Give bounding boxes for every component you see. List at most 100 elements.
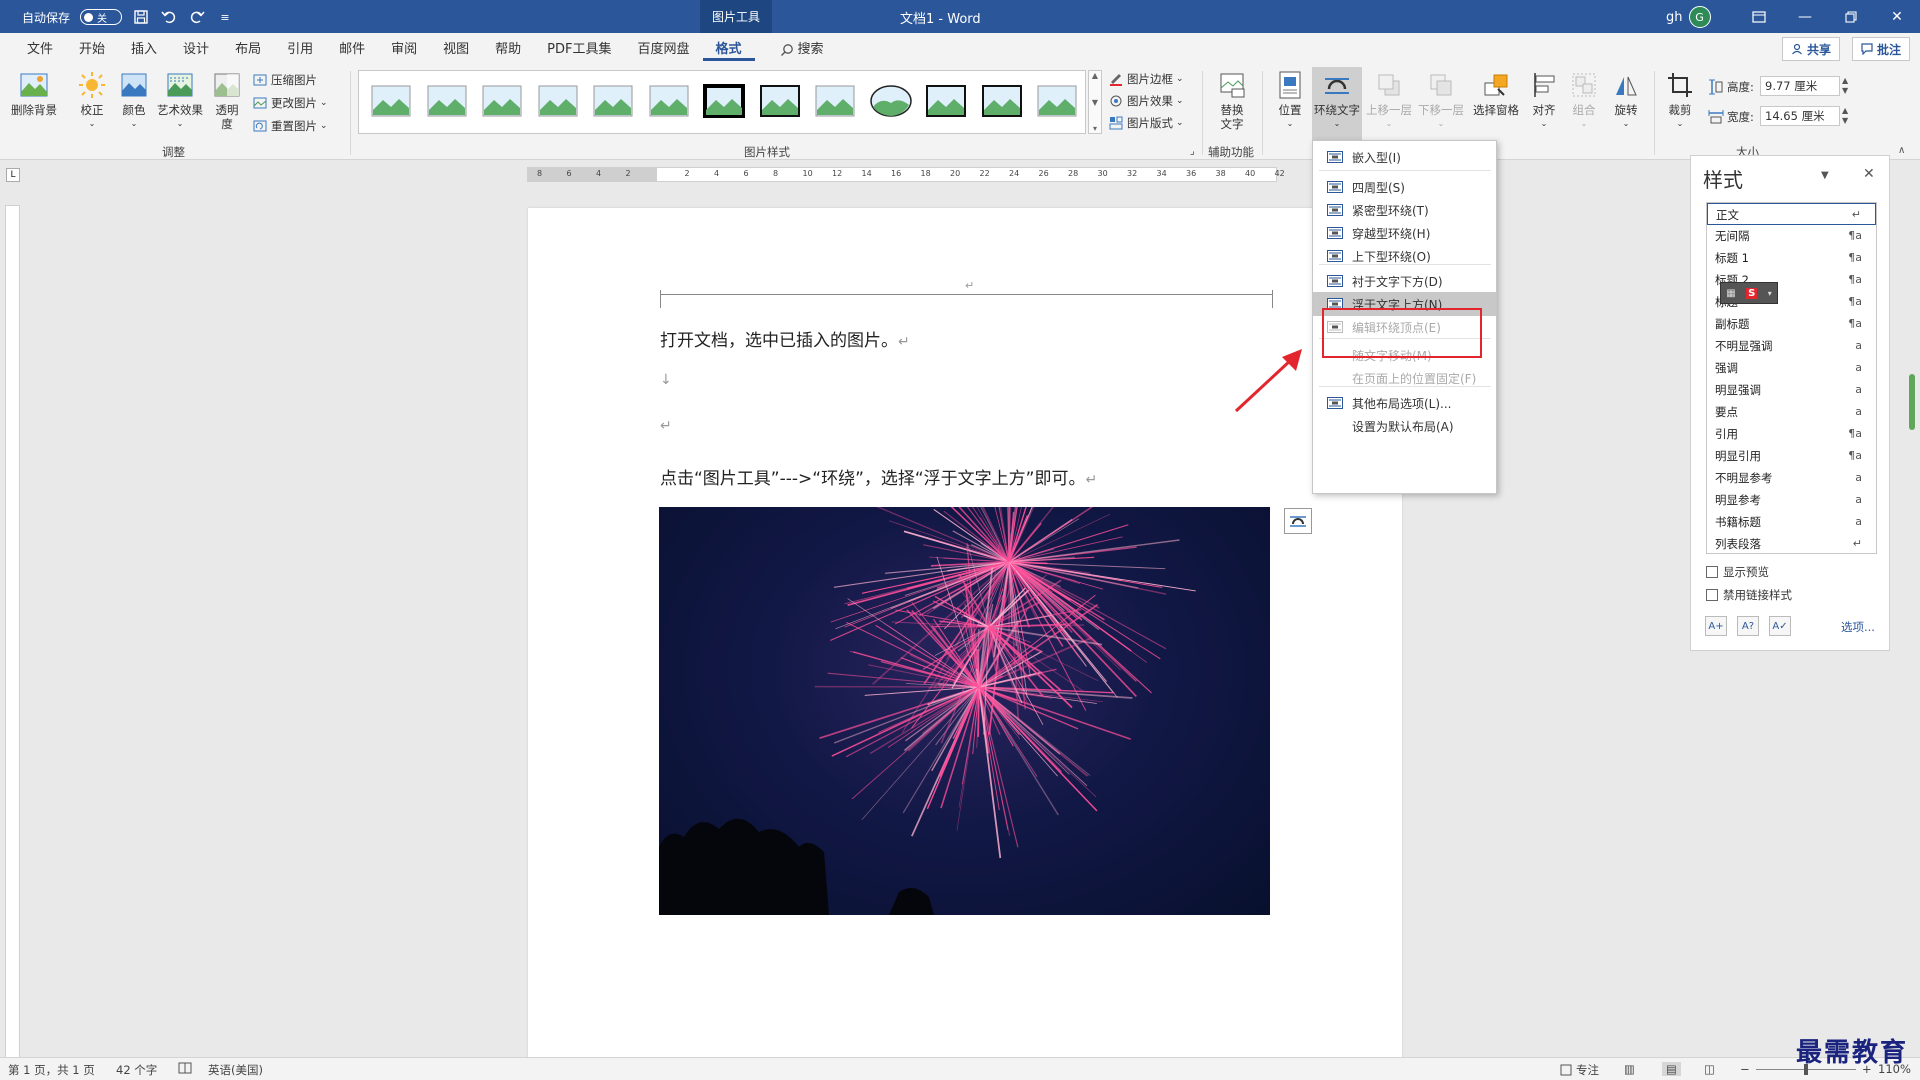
read-mode-icon[interactable]: ▥ bbox=[1624, 1062, 1635, 1076]
style-item[interactable]: 列表段落 ↵ bbox=[1707, 533, 1876, 555]
undo-icon[interactable] bbox=[160, 8, 178, 26]
mini-toolbar-dropdown-icon[interactable]: ▾ bbox=[1768, 289, 1772, 298]
transparency-button[interactable]: 透明 度 bbox=[210, 71, 244, 131]
color-button[interactable]: 颜色 ⌄ bbox=[116, 71, 152, 131]
wrap-menu-item[interactable]: 其他布局选项(L)... bbox=[1313, 391, 1496, 415]
ribbon-display-options-icon[interactable] bbox=[1736, 0, 1782, 33]
change-picture-button[interactable]: 更改图片 ⌄ bbox=[252, 93, 328, 113]
picture-layout-button[interactable]: 图片版式 ⌄ bbox=[1108, 113, 1184, 133]
vertical-scrollbar-thumb[interactable] bbox=[1909, 374, 1915, 430]
layout-options-icon[interactable] bbox=[1284, 508, 1312, 534]
tab-insert[interactable]: 插入 bbox=[118, 39, 170, 61]
disable-linked-styles-checkbox[interactable]: 禁用链接样式 bbox=[1706, 587, 1792, 603]
mini-toolbar-s-icon[interactable]: S bbox=[1746, 287, 1758, 299]
vertical-ruler[interactable] bbox=[5, 205, 20, 1065]
proofing-icon[interactable] bbox=[178, 1062, 192, 1074]
tab-baidu-netdisk[interactable]: 百度网盘 bbox=[624, 39, 702, 61]
tab-review[interactable]: 审阅 bbox=[378, 39, 430, 61]
tab-format[interactable]: 格式 bbox=[702, 39, 755, 61]
picture-style-thumbnail[interactable] bbox=[647, 81, 691, 121]
zoom-out-icon[interactable]: − bbox=[1740, 1062, 1750, 1076]
picture-style-thumbnail[interactable] bbox=[1035, 81, 1079, 121]
rotate-button[interactable]: 旋转 ⌄ bbox=[1608, 71, 1644, 131]
wrap-menu-item[interactable]: 嵌入型(I) bbox=[1313, 145, 1496, 169]
new-style-icon[interactable]: A+ bbox=[1705, 616, 1727, 636]
crop-button[interactable]: 裁剪 ⌄ bbox=[1662, 71, 1698, 131]
tab-pdf-tools[interactable]: PDF工具集 bbox=[534, 39, 624, 61]
styles-options-link[interactable]: 选项... bbox=[1841, 619, 1875, 635]
position-button[interactable]: 位置 ⌄ bbox=[1270, 71, 1310, 131]
user-area[interactable]: gh G bbox=[1666, 6, 1711, 28]
tab-help[interactable]: 帮助 bbox=[482, 39, 534, 61]
print-layout-icon[interactable]: ▤ bbox=[1662, 1062, 1681, 1076]
style-item[interactable]: 标题 1 ¶a bbox=[1707, 247, 1876, 269]
wrap-menu-item[interactable]: 衬于文字下方(D) bbox=[1313, 269, 1496, 293]
wrap-menu-item[interactable]: 四周型(S) bbox=[1313, 175, 1496, 199]
floating-mini-toolbar[interactable]: ▦ S ▾ bbox=[1720, 282, 1778, 304]
tab-selector[interactable]: L bbox=[6, 168, 20, 182]
style-item[interactable]: 不明显参考 a bbox=[1707, 467, 1876, 489]
tab-view[interactable]: 视图 bbox=[430, 39, 482, 61]
picture-style-thumbnail[interactable] bbox=[924, 81, 968, 121]
style-item[interactable]: 正文 ↵ bbox=[1707, 203, 1876, 225]
picture-style-thumbnail[interactable] bbox=[758, 81, 802, 121]
height-input[interactable]: 9.77 厘米 bbox=[1760, 76, 1840, 96]
gallery-scroll[interactable]: ▲ ▼ ▾ bbox=[1088, 70, 1102, 134]
language-indicator[interactable]: 英语(美国) bbox=[208, 1062, 263, 1078]
wrap-menu-item[interactable]: 紧密型环绕(T) bbox=[1313, 198, 1496, 222]
style-item[interactable]: 不明显强调 a bbox=[1707, 335, 1876, 357]
comments-button[interactable]: 批注 bbox=[1852, 37, 1911, 61]
picture-border-button[interactable]: 图片边框 ⌄ bbox=[1108, 69, 1184, 89]
autosave-toggle[interactable]: 关 bbox=[80, 9, 123, 25]
paragraph-1[interactable]: 打开文档，选中已插入的图片。↵ bbox=[660, 326, 910, 351]
picture-style-thumbnail[interactable] bbox=[702, 81, 746, 121]
picture-style-thumbnail[interactable] bbox=[425, 81, 469, 121]
tab-mailings[interactable]: 邮件 bbox=[326, 39, 378, 61]
tab-home[interactable]: 开始 bbox=[66, 39, 118, 61]
fireworks-picture[interactable] bbox=[659, 507, 1270, 915]
manage-styles-icon[interactable]: A✓ bbox=[1769, 616, 1791, 636]
minimize-icon[interactable]: — bbox=[1782, 0, 1828, 33]
tell-me-search[interactable]: 搜索 bbox=[767, 39, 837, 61]
page-count[interactable]: 第 1 页，共 1 页 bbox=[8, 1062, 95, 1078]
paragraph-2[interactable]: 点击“图片工具”--->“环绕”，选择“浮于文字上方”即可。↵ bbox=[660, 464, 1097, 489]
share-button[interactable]: 共享 bbox=[1782, 37, 1841, 61]
wrap-text-button[interactable]: 环绕文字 ⌄ bbox=[1312, 67, 1362, 143]
height-spinner[interactable]: ▲ ▼ bbox=[1842, 76, 1848, 96]
styles-list[interactable]: 正文↵无间隔¶a标题 1¶a标题 2¶a标题¶a副标题¶a不明显强调a强调a明显… bbox=[1706, 202, 1877, 554]
wrap-menu-item[interactable]: 穿越型环绕(H) bbox=[1313, 221, 1496, 245]
artistic-effects-button[interactable]: 艺术效果 ⌄ bbox=[156, 71, 204, 131]
mini-toolbar-grid-icon[interactable]: ▦ bbox=[1726, 288, 1735, 299]
align-button[interactable]: 对齐 ⌄ bbox=[1526, 71, 1562, 131]
tab-references[interactable]: 引用 bbox=[274, 39, 326, 61]
redo-icon[interactable] bbox=[188, 8, 206, 26]
compress-pictures-button[interactable]: 压缩图片 bbox=[252, 70, 317, 90]
tab-file[interactable]: 文件 bbox=[14, 39, 66, 61]
width-spinner[interactable]: ▲ ▼ bbox=[1842, 106, 1848, 126]
width-input[interactable]: 14.65 厘米 bbox=[1760, 106, 1840, 126]
picture-styles-launcher-icon[interactable]: ⌟ bbox=[1190, 146, 1195, 157]
picture-style-thumbnail[interactable] bbox=[813, 81, 857, 121]
tab-design[interactable]: 设计 bbox=[170, 39, 222, 61]
picture-effects-button[interactable]: 图片效果 ⌄ bbox=[1108, 91, 1184, 111]
picture-style-thumbnail[interactable] bbox=[480, 81, 524, 121]
style-item[interactable]: 明显引用 ¶a bbox=[1707, 445, 1876, 467]
style-item[interactable]: 无间隔 ¶a bbox=[1707, 225, 1876, 247]
style-item[interactable]: 引用 ¶a bbox=[1707, 423, 1876, 445]
group-objects-button[interactable]: 组合 ⌄ bbox=[1566, 71, 1602, 131]
save-icon[interactable] bbox=[132, 8, 150, 26]
picture-style-thumbnail[interactable] bbox=[869, 81, 913, 121]
style-item[interactable]: 要点 a bbox=[1707, 401, 1876, 423]
wrap-menu-item[interactable]: 设置为默认布局(A) bbox=[1313, 414, 1496, 438]
style-item[interactable]: 书籍标题 a bbox=[1707, 511, 1876, 533]
style-inspector-icon[interactable]: A? bbox=[1737, 616, 1759, 636]
restore-icon[interactable] bbox=[1828, 0, 1874, 33]
picture-styles-gallery[interactable] bbox=[358, 70, 1086, 134]
picture-style-thumbnail[interactable] bbox=[536, 81, 580, 121]
reset-picture-button[interactable]: 重置图片 ⌄ bbox=[252, 116, 328, 136]
alt-text-button[interactable]: 替换 文字 bbox=[1210, 71, 1254, 131]
word-count[interactable]: 42 个字 bbox=[116, 1062, 157, 1078]
style-item[interactable]: 明显参考 a bbox=[1707, 489, 1876, 511]
bring-forward-button[interactable]: 上移一层 ⌄ bbox=[1366, 71, 1412, 131]
collapse-ribbon-icon[interactable]: ∧ bbox=[1898, 145, 1905, 156]
